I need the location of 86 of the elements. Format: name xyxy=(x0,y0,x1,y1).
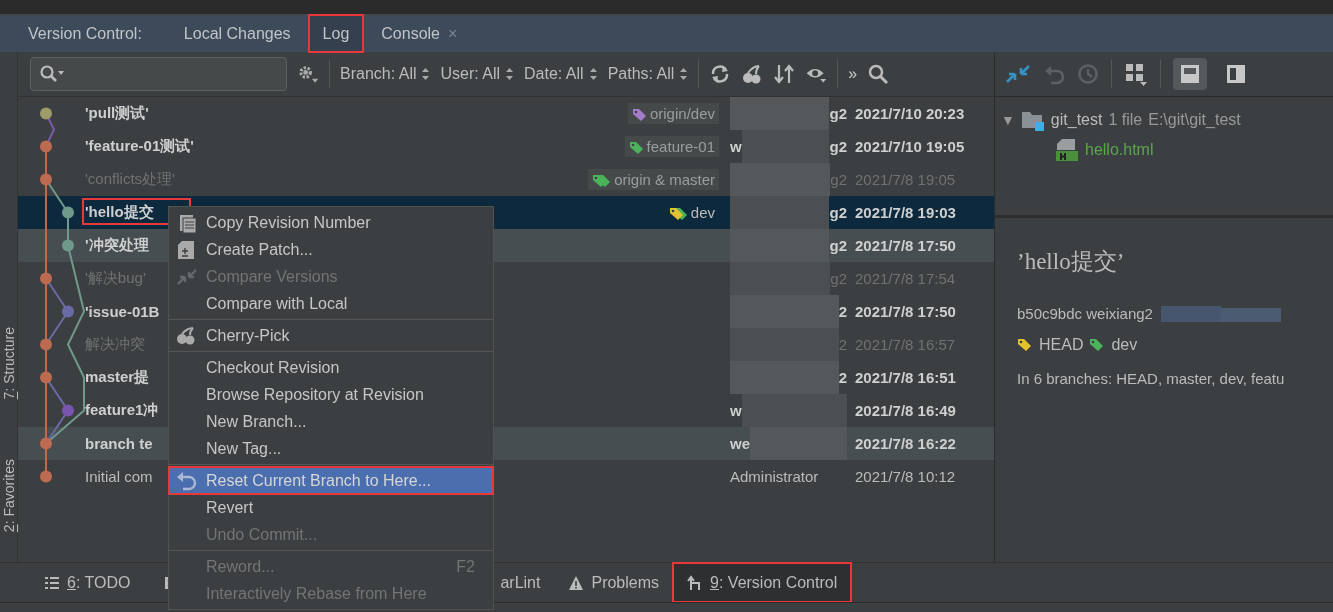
menu-item[interactable]: Browse Repository at Revision xyxy=(169,381,493,408)
commit-message: ’hello提交’ xyxy=(1017,248,1126,276)
commit-subject: master提 xyxy=(84,367,151,387)
filter-dropdown[interactable]: User: All xyxy=(440,65,515,83)
group-by-icon[interactable] xyxy=(1124,62,1148,86)
menu-item[interactable]: Cherry-Pick xyxy=(169,322,493,349)
tool-window-title: Version Control: xyxy=(28,24,142,43)
cherry-icon xyxy=(175,325,197,346)
tool-window-label: 9: Version Control xyxy=(710,573,838,592)
author-name: g2 xyxy=(829,237,847,254)
tag-label: origin & master xyxy=(614,171,715,188)
tool-window-button[interactable]: 9: Version Control xyxy=(673,563,852,602)
filter-dropdown[interactable]: Date: All xyxy=(524,65,598,83)
commit-subject: feature1冲 xyxy=(84,400,160,420)
tag-label: dev xyxy=(690,204,715,221)
menu-item[interactable]: New Tag... xyxy=(169,435,493,462)
patch-file-icon xyxy=(175,239,197,260)
author-name: w xyxy=(730,138,742,155)
tool-window-label: 6: TODO xyxy=(67,573,131,592)
tab[interactable]: Console × xyxy=(367,15,472,52)
author-name: w xyxy=(730,402,742,419)
expand-caret[interactable]: ▼ xyxy=(1001,112,1015,128)
commit-date: 2021/7/8 16:49 xyxy=(854,402,957,419)
author-name: g2 xyxy=(829,105,847,122)
updown-caret-icon xyxy=(505,67,515,81)
file-name[interactable]: hello.html xyxy=(1085,141,1154,159)
filter-dropdown[interactable]: Branch: All xyxy=(340,65,431,83)
commit-date: 2021/7/8 10:12 xyxy=(854,468,957,485)
commit-date: 2021/7/8 19:03 xyxy=(854,204,957,221)
updown-caret-icon xyxy=(588,67,598,81)
tag-label: origin/dev xyxy=(649,105,715,122)
commit-subject: 'issue-01B xyxy=(84,302,161,322)
commit-subject: Initial com xyxy=(84,467,154,487)
updown-caret-icon xyxy=(421,67,431,81)
list-icon xyxy=(44,574,60,591)
compare-arrows-icon xyxy=(175,266,197,287)
author-name: Administrator xyxy=(730,468,819,485)
tool-window-button[interactable]: Problems xyxy=(554,563,674,602)
ref-name: HEAD xyxy=(1039,336,1084,354)
commit-subject: '冲突处理 xyxy=(84,235,150,255)
commit-subject: 'feature-01测试' xyxy=(84,136,195,156)
author-name: g2 xyxy=(829,138,847,155)
search-icon xyxy=(39,64,65,84)
commit-date: 2021/7/10 20:23 xyxy=(854,105,966,122)
side-tool-tab[interactable]: 2: Favorites xyxy=(0,459,17,533)
tab[interactable]: Local Changes xyxy=(169,15,305,52)
folder-path: E:\git\git_test xyxy=(1148,111,1241,129)
menu-item[interactable]: Reset Current Branch to Here... xyxy=(169,467,493,494)
menu-item[interactable]: Revert xyxy=(169,494,493,521)
tool-window-label: Problems xyxy=(591,573,660,592)
search-field[interactable] xyxy=(30,57,287,91)
tool-window-label: arLint xyxy=(500,573,541,592)
commit-date: 2021/7/8 16:51 xyxy=(854,369,957,386)
author-name: 2 xyxy=(838,303,847,320)
html-file-icon xyxy=(1055,138,1079,162)
commit-subject: 'pull测试' xyxy=(84,103,150,123)
commit-subject: branch te xyxy=(84,434,154,454)
tab[interactable]: Log xyxy=(308,15,364,52)
tool-window-button[interactable]: 6: TODO xyxy=(30,563,145,602)
menu-item[interactable]: Compare with Local xyxy=(169,290,493,317)
side-tool-tab[interactable]: 7: Structure xyxy=(0,327,17,400)
commit-date: 2021/7/8 17:50 xyxy=(854,303,957,320)
menu-item[interactable]: Checkout Revision xyxy=(169,354,493,381)
folder-name: git_test xyxy=(1050,111,1103,129)
menu-item[interactable]: Create Patch... xyxy=(169,236,493,263)
commit-date: 2021/7/8 16:22 xyxy=(854,435,957,452)
tag-label: feature-01 xyxy=(646,138,715,155)
warning-icon xyxy=(568,574,585,591)
more-button[interactable]: » xyxy=(848,65,858,83)
filter-dropdown[interactable]: Paths: All xyxy=(607,65,689,83)
sort-arrows-icon[interactable] xyxy=(773,63,796,85)
search-icon[interactable] xyxy=(867,63,890,85)
author-name: g2 xyxy=(829,204,847,221)
horizontal-layout-toggle[interactable] xyxy=(1173,58,1207,90)
folder-icon xyxy=(1020,109,1045,131)
file-count: 1 file xyxy=(1108,111,1143,129)
ref-name: dev xyxy=(1111,336,1138,354)
commit-date: 2021/7/8 17:50 xyxy=(854,237,957,254)
commit-date: 2021/7/10 19:05 xyxy=(854,138,966,155)
author-name: 2 xyxy=(838,369,847,386)
updown-caret-icon xyxy=(679,67,689,81)
branches-text: In 6 branches: HEAD, master, dev, featu xyxy=(1017,370,1286,387)
undo-icon xyxy=(175,470,197,491)
author-name: we xyxy=(730,435,750,452)
settings-icon[interactable] xyxy=(297,63,319,85)
commit-hash-author: b50c9bdc weixiang2 xyxy=(1017,305,1153,322)
